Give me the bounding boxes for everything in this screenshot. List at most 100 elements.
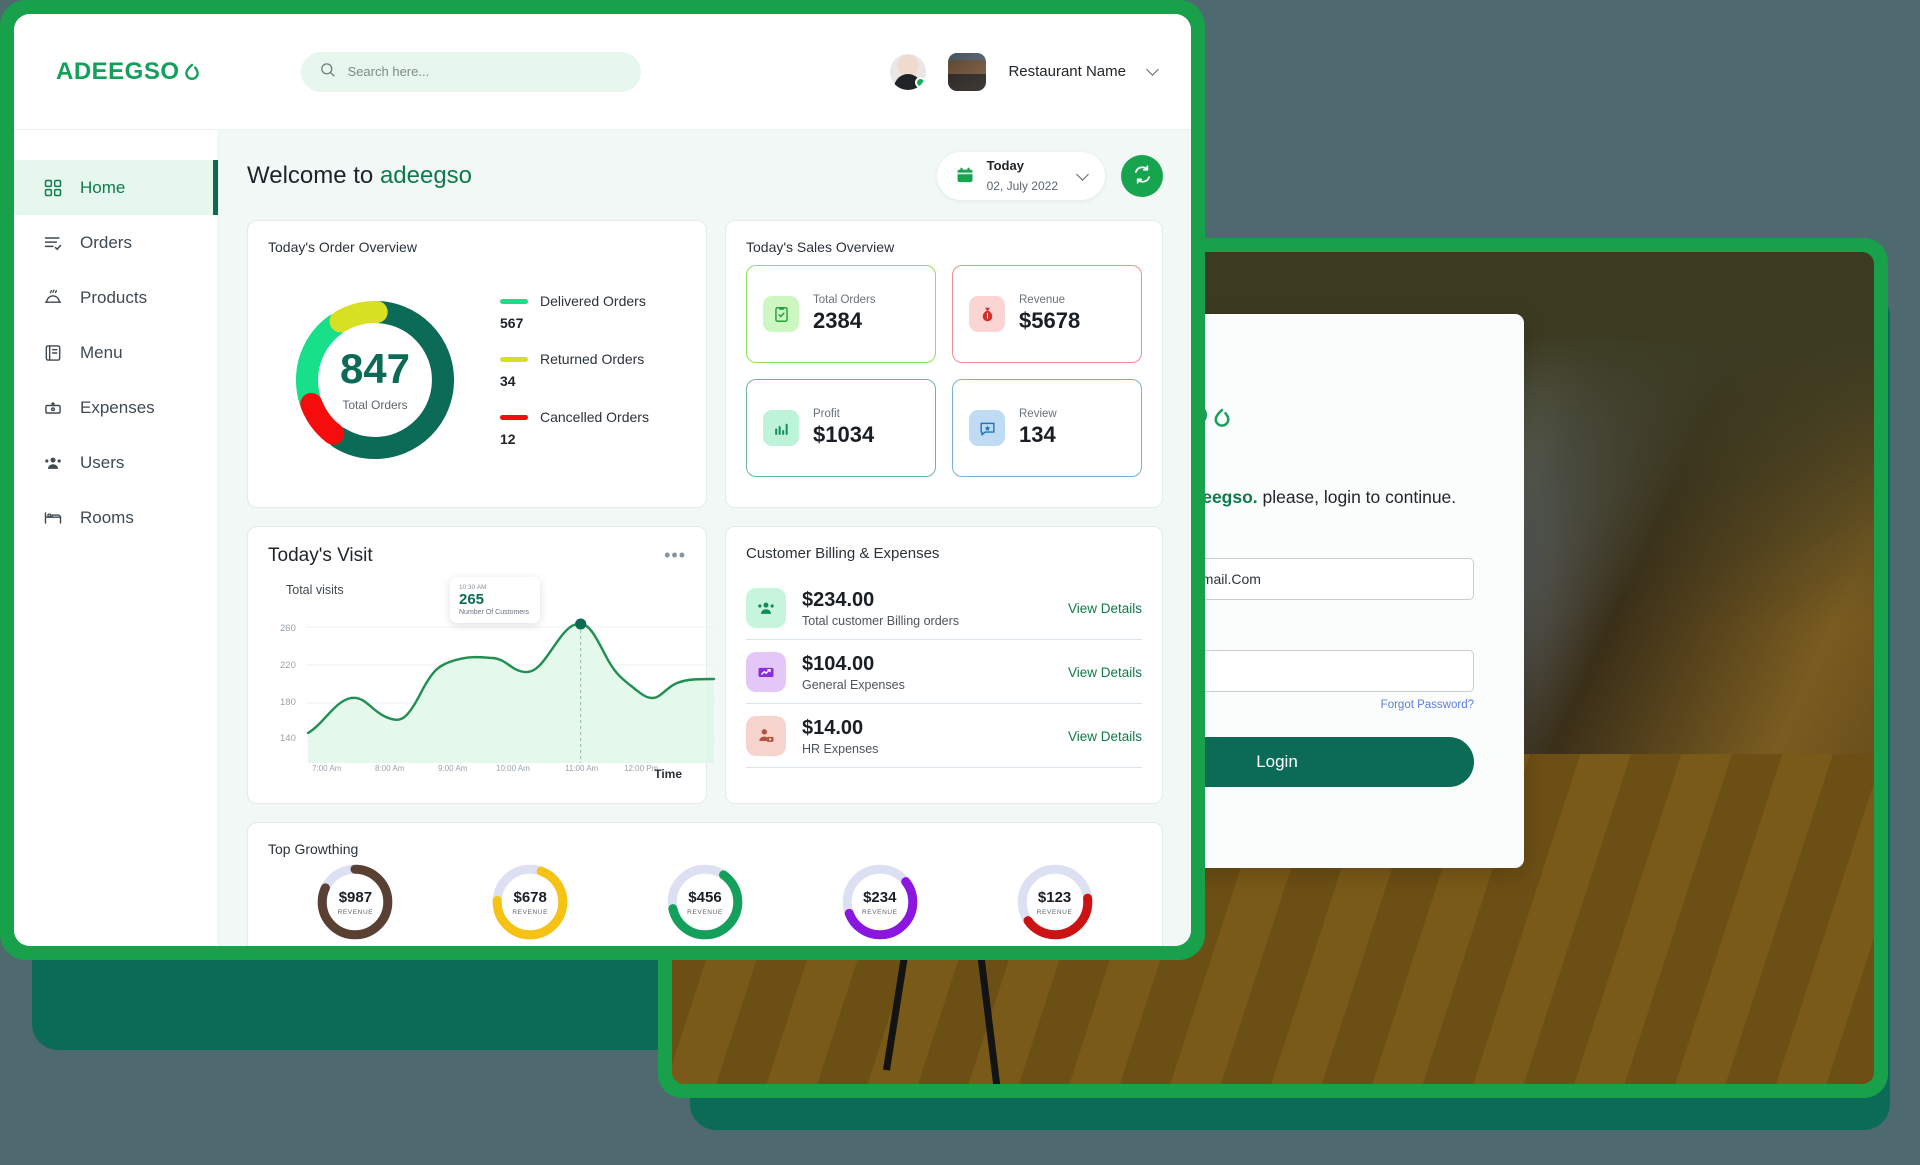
legend-value: 567 bbox=[500, 315, 524, 331]
customer-billing-card: Customer Billing & Expenses $234.00 Tota… bbox=[725, 526, 1163, 804]
content-header: Welcome to adeegso Today 02, July 2022 bbox=[247, 152, 1163, 200]
sales-overview-title: Today's Sales Overview bbox=[746, 239, 895, 255]
x-tick: 7:00 Am bbox=[312, 764, 342, 773]
sidebar: Home Orders Products Menu Expenses Users… bbox=[14, 130, 219, 946]
top-growing-title: Top Growthing bbox=[268, 841, 359, 857]
gauge-center: $678 REVENUE bbox=[489, 861, 571, 943]
tile-value: $5678 bbox=[1019, 308, 1081, 333]
sidebar-item-home[interactable]: Home bbox=[14, 160, 218, 215]
calendar-icon bbox=[955, 165, 975, 187]
overview-row: Today's Order Overview 847 Total Orders … bbox=[247, 220, 1163, 508]
growth-value: $234 bbox=[863, 888, 897, 906]
x-tick: 9:00 Am bbox=[438, 764, 468, 773]
topbar-right: Restaurant Name bbox=[890, 52, 1159, 91]
legend-item: Delivered Orders 567 bbox=[500, 293, 649, 331]
sidebar-item-orders[interactable]: Orders bbox=[14, 215, 218, 270]
tile-value: 2384 bbox=[813, 308, 862, 333]
sidebar-item-expenses[interactable]: Expenses bbox=[14, 380, 218, 435]
chevron-down-icon[interactable] bbox=[1146, 63, 1159, 76]
online-status-dot bbox=[915, 76, 927, 88]
growth-item: $987 REVENUE Somali tea bbox=[280, 861, 430, 946]
sidebar-item-users[interactable]: Users bbox=[14, 435, 218, 490]
orders-donut-chart: 847 Total Orders bbox=[290, 295, 460, 465]
users-group-icon bbox=[746, 588, 786, 628]
avatar[interactable] bbox=[890, 53, 927, 90]
tile-review[interactable]: Review 134 bbox=[952, 379, 1142, 477]
growth-gauge: $678 REVENUE bbox=[489, 861, 571, 943]
billing-amount: $104.00 bbox=[802, 652, 875, 675]
visit-card-title: Today's Visit bbox=[268, 545, 373, 566]
sidebar-item-rooms[interactable]: Rooms bbox=[14, 490, 218, 545]
growth-item: $678 REVENUE Mango Drink bbox=[455, 861, 605, 946]
tooltip-value: 265 bbox=[459, 591, 485, 608]
growth-gauge: $234 REVENUE bbox=[839, 861, 921, 943]
app-logo[interactable]: ADEEGSO bbox=[56, 58, 201, 86]
x-tick: 12:00 Pm bbox=[624, 764, 659, 773]
growth-gauge: $987 REVENUE bbox=[314, 861, 396, 943]
order-overview-body: 847 Total Orders Delivered Orders 567 Re… bbox=[268, 261, 686, 499]
cash-register-icon bbox=[42, 397, 64, 419]
order-legend: Delivered Orders 567 Returned Orders 34 … bbox=[500, 293, 649, 467]
refresh-button[interactable] bbox=[1121, 155, 1163, 197]
chart-series-label: Total visits bbox=[286, 583, 344, 597]
search-box[interactable] bbox=[300, 51, 641, 92]
growth-items: $987 REVENUE Somali tea bbox=[268, 861, 1142, 946]
growth-value: $123 bbox=[1037, 888, 1072, 906]
legend-swatch bbox=[500, 298, 528, 304]
chevron-down-icon[interactable] bbox=[1076, 167, 1089, 181]
book-icon bbox=[42, 342, 64, 364]
more-options-icon[interactable]: ••• bbox=[664, 545, 686, 566]
y-tick-140: 140 bbox=[280, 733, 296, 744]
legend-value: 34 bbox=[500, 373, 516, 389]
growth-caption: REVENUE bbox=[861, 908, 898, 916]
donut-total-label: Total Orders bbox=[342, 398, 408, 412]
growth-item: $123 REVENUE Cake bbox=[980, 861, 1130, 946]
sales-tiles: Total Orders 2384 Revenue $5678 Profit $… bbox=[746, 265, 1142, 477]
tile-label: Review bbox=[1019, 408, 1057, 420]
billing-amount: $234.00 bbox=[802, 588, 875, 611]
billing-text: $14.00 HR Expenses bbox=[802, 717, 878, 756]
legend-value: 12 bbox=[500, 431, 516, 447]
growth-gauge: $456 REVENUE bbox=[664, 861, 746, 943]
date-picker[interactable]: Today 02, July 2022 bbox=[936, 152, 1105, 200]
sidebar-item-label: Rooms bbox=[80, 507, 134, 527]
legend-label: Delivered Orders bbox=[540, 293, 646, 309]
sidebar-item-products[interactable]: Products bbox=[14, 270, 218, 325]
welcome-prefix: Welcome to bbox=[247, 162, 380, 189]
sidebar-item-label: Home bbox=[80, 177, 126, 197]
view-details-link[interactable]: View Details bbox=[1068, 729, 1142, 744]
food-dome-icon bbox=[42, 287, 64, 309]
billing-card-title: Customer Billing & Expenses bbox=[746, 545, 940, 562]
legend-swatch bbox=[500, 356, 528, 362]
welcome-brand: adeegso bbox=[379, 162, 473, 189]
billing-label: Total customer Billing orders bbox=[802, 613, 960, 628]
sidebar-item-menu[interactable]: Menu bbox=[14, 325, 218, 380]
order-overview-title: Today's Order Overview bbox=[268, 239, 417, 255]
restaurant-thumbnail[interactable] bbox=[948, 52, 987, 91]
search-input[interactable] bbox=[347, 64, 623, 79]
view-details-link[interactable]: View Details bbox=[1068, 665, 1142, 680]
tile-revenue[interactable]: Revenue $5678 bbox=[952, 265, 1142, 363]
tile-profit[interactable]: Profit $1034 bbox=[746, 379, 936, 477]
visit-billing-row: Today's Visit ••• Total visits 260 220 1… bbox=[247, 526, 1163, 804]
growth-caption: REVENUE bbox=[687, 908, 723, 916]
gauge-center: $123 REVENUE bbox=[1014, 861, 1096, 943]
order-overview-card: Today's Order Overview 847 Total Orders … bbox=[247, 220, 707, 508]
view-details-link[interactable]: View Details bbox=[1068, 601, 1142, 616]
sales-overview-card: Today's Sales Overview Total Orders 2384… bbox=[725, 220, 1163, 508]
dashboard-body: Home Orders Products Menu Expenses Users… bbox=[14, 130, 1191, 946]
billing-row: $104.00 General Expenses View Details bbox=[746, 639, 1142, 703]
chart-tooltip: 10:30 AM 265 Number Of Customers bbox=[450, 577, 540, 623]
todays-visit-card: Today's Visit ••• Total visits 260 220 1… bbox=[247, 526, 716, 804]
tile-total-orders[interactable]: Total Orders 2384 bbox=[746, 265, 936, 363]
billing-row: $234.00 Total customer Billing orders Vi… bbox=[746, 576, 1142, 639]
tooltip-time: 10:30 AM bbox=[459, 584, 487, 591]
date-picker-label: Today bbox=[986, 158, 1024, 173]
tile-text: Review 134 bbox=[1019, 408, 1057, 448]
tile-value: $1034 bbox=[813, 422, 875, 447]
dashboard-window-frame: ADEEGSO Search here... Restaurant Name H… bbox=[0, 0, 1205, 960]
legend-row: Delivered Orders bbox=[500, 293, 649, 309]
x-tick: 11:00 Am bbox=[565, 764, 599, 773]
tile-text: Revenue $5678 bbox=[1019, 294, 1080, 334]
gauge-center: $456 REVENUE bbox=[664, 861, 746, 943]
